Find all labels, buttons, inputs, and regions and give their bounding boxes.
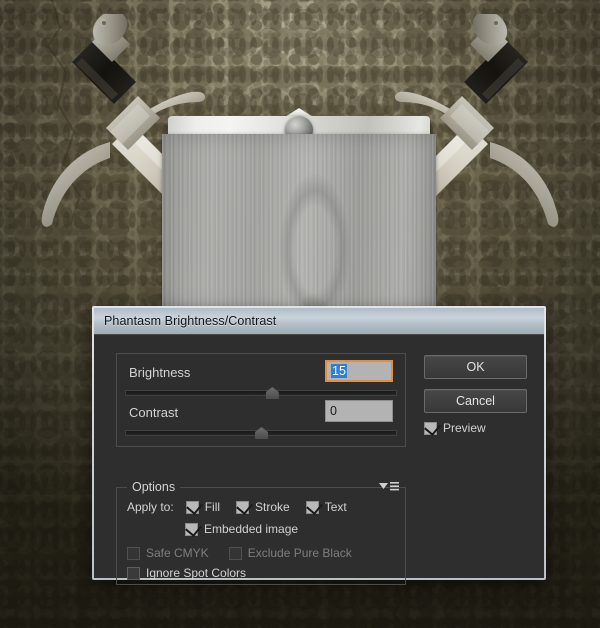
ignore-spot-colors-row[interactable]: Ignore Spot Colors bbox=[127, 566, 246, 580]
contrast-value: 0 bbox=[330, 404, 337, 418]
apply-text-row[interactable]: Text bbox=[305, 497, 347, 515]
cancel-button-label: Cancel bbox=[456, 394, 495, 408]
safe-cmyk-row[interactable]: Safe CMYK bbox=[127, 546, 209, 560]
brightness-label: Brightness bbox=[129, 365, 191, 380]
contrast-slider-track[interactable] bbox=[125, 427, 397, 439]
options-group: Options Apply to: Fill Stroke Text Embed… bbox=[116, 480, 406, 585]
fill-checkbox[interactable] bbox=[185, 497, 203, 515]
exclude-pure-black-label: Exclude Pure Black bbox=[247, 546, 352, 560]
brightness-contrast-dialog: Phantasm Brightness/Contrast Brightness … bbox=[92, 306, 546, 585]
secondary-options-row: Safe CMYK Exclude Pure Black bbox=[127, 546, 352, 560]
contrast-slider-thumb[interactable] bbox=[255, 427, 268, 439]
apply-to-row: Apply to: Fill Stroke Text bbox=[127, 497, 347, 515]
embedded-image-label: Embedded image bbox=[204, 522, 299, 536]
stroke-checkbox[interactable] bbox=[236, 497, 253, 515]
options-legend: Options bbox=[127, 480, 181, 494]
text-label: Text bbox=[324, 500, 347, 514]
flyout-menu-icon[interactable] bbox=[379, 481, 399, 494]
apply-stroke-row[interactable]: Stroke bbox=[236, 497, 290, 515]
contrast-row: Contrast 0 bbox=[117, 394, 405, 440]
dialog-titlebar[interactable]: Phantasm Brightness/Contrast bbox=[94, 308, 544, 335]
apply-to-label: Apply to: bbox=[127, 500, 174, 514]
ignore-spot-colors-checkbox[interactable] bbox=[127, 566, 140, 580]
ignore-spot-colors-label: Ignore Spot Colors bbox=[146, 566, 247, 580]
safe-cmyk-checkbox[interactable] bbox=[127, 546, 140, 560]
preview-checkbox[interactable] bbox=[424, 418, 441, 436]
stroke-label: Stroke bbox=[255, 500, 290, 514]
ok-button-label: OK bbox=[466, 360, 485, 374]
exclude-pure-black-checkbox[interactable] bbox=[228, 546, 242, 560]
cancel-button[interactable]: Cancel bbox=[424, 389, 527, 413]
dialog-body: Brightness 15 Contrast 0 OK Cancel Previ… bbox=[94, 334, 544, 585]
contrast-label: Contrast bbox=[129, 405, 179, 420]
adjustments-panel: Brightness 15 Contrast 0 bbox=[116, 353, 406, 447]
contrast-input[interactable]: 0 bbox=[325, 400, 393, 422]
brightness-input[interactable]: 15 bbox=[325, 360, 393, 382]
fill-label: Fill bbox=[204, 500, 221, 514]
ok-button[interactable]: OK bbox=[424, 355, 527, 379]
dialog-title: Phantasm Brightness/Contrast bbox=[104, 314, 277, 328]
apply-fill-row[interactable]: Fill bbox=[185, 497, 221, 515]
safe-cmyk-label: Safe CMYK bbox=[146, 546, 209, 560]
text-checkbox[interactable] bbox=[305, 497, 323, 515]
brightness-value: 15 bbox=[331, 364, 347, 378]
exclude-pure-black-row[interactable]: Exclude Pure Black bbox=[228, 546, 352, 560]
preview-label: Preview bbox=[443, 421, 486, 435]
preview-checkbox-row[interactable]: Preview bbox=[424, 418, 486, 436]
embedded-image-row[interactable]: Embedded image bbox=[185, 519, 299, 537]
embedded-image-checkbox[interactable] bbox=[185, 519, 202, 537]
